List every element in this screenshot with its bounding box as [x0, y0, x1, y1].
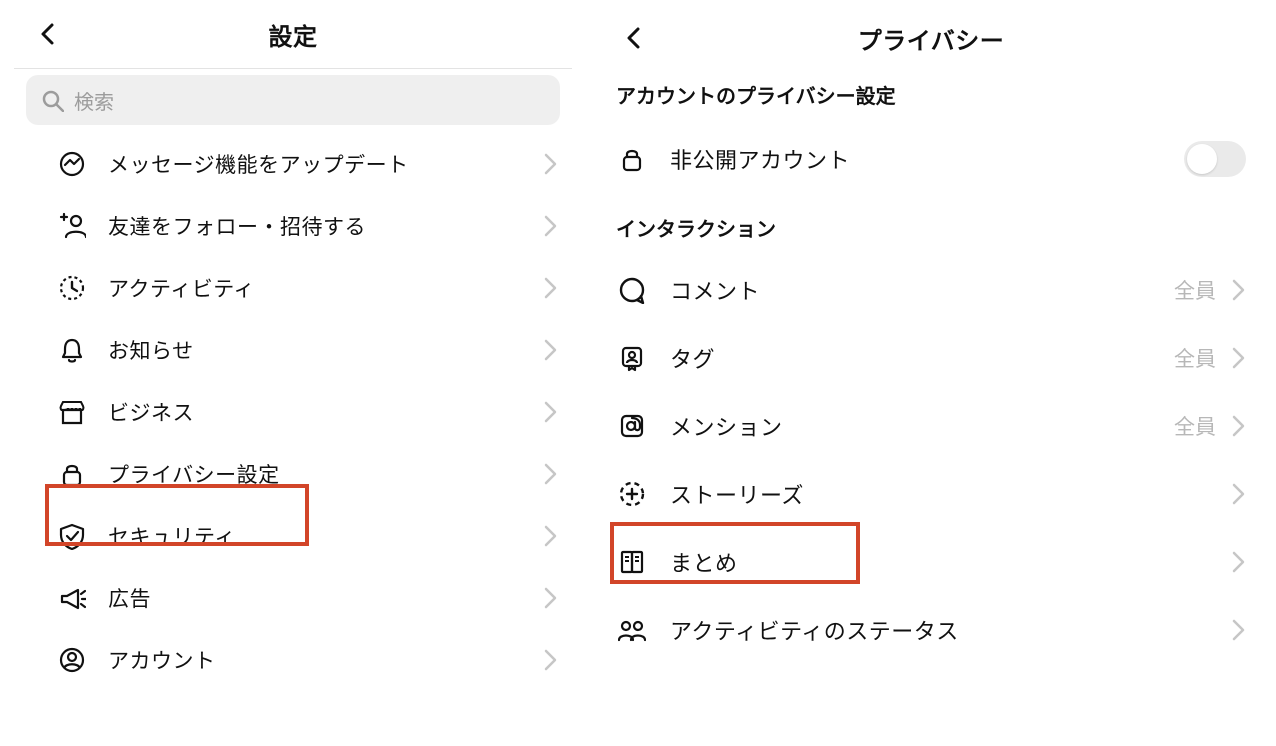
row-business[interactable]: ビジネス	[0, 381, 586, 443]
chevron-right-icon	[1226, 481, 1246, 507]
privacy-title: プライバシー	[858, 21, 1005, 56]
row-value: 全員	[1174, 411, 1216, 441]
row-label: メッセージ機能をアップデート	[108, 149, 409, 179]
row-update-messaging[interactable]: メッセージ機能をアップデート	[0, 133, 586, 195]
row-guides[interactable]: まとめ	[586, 528, 1276, 596]
row-tags[interactable]: タグ 全員	[586, 324, 1276, 392]
row-ads[interactable]: 広告	[0, 567, 586, 629]
comment-icon	[616, 274, 648, 306]
settings-header: 設定	[0, 0, 586, 68]
divider	[14, 68, 572, 69]
row-label: セキュリティ	[108, 521, 236, 551]
chevron-right-icon	[1226, 413, 1246, 439]
chevron-right-icon	[1226, 277, 1246, 303]
account-icon	[56, 644, 88, 676]
row-label: 非公開アカウント	[670, 143, 850, 175]
row-account[interactable]: アカウント	[0, 629, 586, 691]
back-button[interactable]	[616, 19, 654, 57]
row-label: アカウント	[108, 645, 216, 675]
mention-icon	[616, 410, 648, 442]
row-private-account: 非公開アカウント	[586, 123, 1276, 195]
row-follow-invite[interactable]: 友達をフォロー・招待する	[0, 195, 586, 257]
shield-icon	[56, 520, 88, 552]
row-security[interactable]: セキュリティ	[0, 505, 586, 567]
lock-icon	[616, 143, 648, 175]
row-label: メンション	[670, 410, 783, 442]
row-stories[interactable]: ストーリーズ	[586, 460, 1276, 528]
row-activity[interactable]: アクティビティ	[0, 257, 586, 319]
chevron-right-icon	[538, 399, 558, 425]
chevron-right-icon	[538, 461, 558, 487]
search-input[interactable]: 検索	[26, 75, 560, 125]
chevron-right-icon	[1226, 549, 1246, 575]
row-label: アクティビティ	[108, 273, 255, 303]
section-interactions: インタラクション	[586, 195, 1276, 256]
row-label: 友達をフォロー・招待する	[108, 211, 366, 241]
row-comments[interactable]: コメント 全員	[586, 256, 1276, 324]
row-privacy[interactable]: プライバシー設定	[0, 443, 586, 505]
guide-icon	[616, 546, 648, 578]
chevron-right-icon	[538, 213, 558, 239]
messenger-icon	[56, 148, 88, 180]
row-label: まとめ	[670, 546, 738, 578]
row-label: ビジネス	[108, 397, 194, 427]
section-account-privacy: アカウントのプライバシー設定	[586, 76, 1276, 123]
row-label: プライバシー設定	[108, 459, 280, 489]
row-value: 全員	[1174, 275, 1216, 305]
story-icon	[616, 478, 648, 510]
tag-icon	[616, 342, 648, 374]
row-notifications[interactable]: お知らせ	[0, 319, 586, 381]
row-label: アクティビティのステータス	[670, 614, 959, 646]
back-button[interactable]	[30, 15, 68, 53]
chevron-right-icon	[1226, 345, 1246, 371]
search-icon	[40, 88, 64, 112]
chevron-left-icon	[36, 21, 62, 47]
chevron-left-icon	[622, 25, 648, 51]
chevron-right-icon	[538, 585, 558, 611]
chevron-right-icon	[538, 151, 558, 177]
add-friend-icon	[56, 210, 88, 242]
row-activity-status[interactable]: アクティビティのステータス	[586, 596, 1276, 664]
row-label: ストーリーズ	[670, 478, 804, 510]
privacy-screen: プライバシー アカウントのプライバシー設定 非公開アカウント インタラクション …	[586, 0, 1276, 746]
activity-icon	[56, 272, 88, 304]
lock-icon	[56, 458, 88, 490]
activity-status-icon	[616, 614, 648, 646]
settings-title: 設定	[269, 17, 318, 52]
row-value: 全員	[1174, 343, 1216, 373]
bell-icon	[56, 334, 88, 366]
chevron-right-icon	[538, 523, 558, 549]
row-label: 広告	[108, 583, 151, 613]
row-label: お知らせ	[108, 335, 194, 365]
row-mentions[interactable]: メンション 全員	[586, 392, 1276, 460]
settings-screen: 設定 検索 メッセージ機能をアップデート 友達をフォロー・招待する アクティビテ…	[0, 0, 586, 746]
chevron-right-icon	[538, 337, 558, 363]
chevron-right-icon	[1226, 617, 1246, 643]
row-label: タグ	[670, 342, 715, 374]
row-label: コメント	[670, 274, 760, 306]
megaphone-icon	[56, 582, 88, 614]
store-icon	[56, 396, 88, 428]
private-account-toggle[interactable]	[1184, 141, 1246, 177]
chevron-right-icon	[538, 647, 558, 673]
privacy-header: プライバシー	[586, 0, 1276, 76]
search-placeholder: 検索	[74, 86, 114, 115]
chevron-right-icon	[538, 275, 558, 301]
